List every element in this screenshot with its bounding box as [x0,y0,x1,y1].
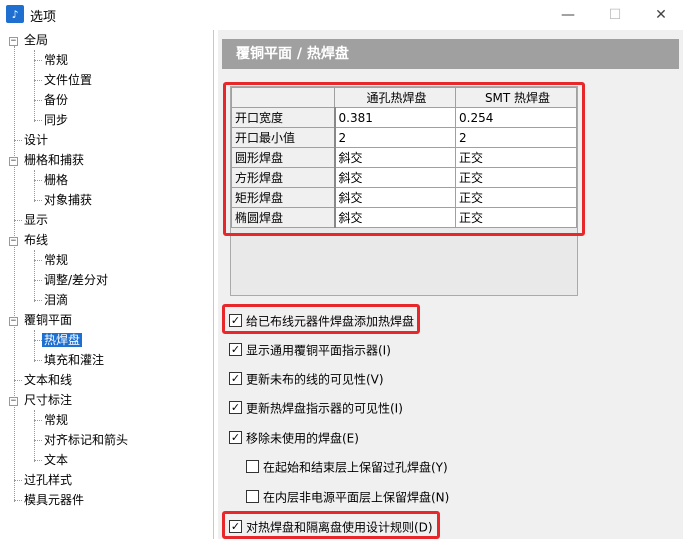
checkbox[interactable] [246,460,259,473]
tree-item-design[interactable]: 设计 [24,130,48,150]
selected-highlight: 热焊盘 [42,333,83,347]
tree-connector [34,250,35,302]
checkbox-label: 显示通用覆铜平面指示器(I) [246,343,391,358]
highlight-box-design-rules [222,511,440,539]
checkbox-label: 在内层非电源平面层上保留焊盘(N) [263,490,450,505]
tree-item-display[interactable]: 显示 [24,210,48,230]
collapse-toggle[interactable]: − [9,157,18,166]
checkbox[interactable] [246,490,259,503]
page-title: 覆铜平面 / 热焊盘 [222,39,679,69]
maximize-button[interactable]: ☐ [592,0,638,30]
keep-pads-inner-layers-option[interactable]: 在内层非电源平面层上保留焊盘(N) [246,488,449,506]
tree-item-die-component[interactable]: 模具元器件 [24,490,84,510]
checkbox[interactable]: ✓ [229,343,242,356]
tree-connector [34,440,42,441]
highlight-box-grid [223,82,585,236]
tree-connector [34,180,42,181]
tree-item-routing-general[interactable]: 常规 [44,250,68,270]
tree-item-dimensioning[interactable]: 尺寸标注 [24,390,72,410]
tree-connector [34,460,42,461]
checkbox[interactable]: ✓ [229,431,242,444]
tree-item-thermal-pad[interactable]: 热焊盘 [42,330,83,350]
tree-item-routing[interactable]: 布线 [24,230,48,250]
tree-connector [14,500,22,501]
tree-connector [14,220,22,221]
app-icon: ♪ [6,5,24,23]
highlight-box-add-thermal [222,304,420,334]
checkbox-label: 在起始和结束层上保留过孔焊盘(Y) [263,460,448,475]
window-title: 选项 [30,10,57,25]
tree-connector [34,330,35,362]
checkbox-label: 更新热焊盘指示器的可见性(I) [246,401,403,416]
tree-item-global[interactable]: 全局 [24,30,48,50]
tree-connector [34,420,42,421]
collapse-toggle[interactable]: − [9,397,18,406]
checkbox[interactable]: ✓ [229,372,242,385]
tree-connector [14,140,22,141]
tree-connector [34,260,42,261]
collapse-toggle[interactable]: − [9,37,18,46]
tree-item-tuning-diffpair[interactable]: 调整/差分对 [44,270,108,290]
tree-item-via-style[interactable]: 过孔样式 [24,470,72,490]
tree-connector [14,480,22,481]
keep-via-pads-start-end-option[interactable]: 在起始和结束层上保留过孔焊盘(Y) [246,458,448,476]
tree-item-backup[interactable]: 备份 [44,90,68,110]
tree-item-align-arrows[interactable]: 对齐标记和箭头 [44,430,128,450]
options-tree[interactable]: − 全局 常规 文件位置 备份 同步 设计 − 栅格和捕获 栅格 对象捕获 显示… [0,30,214,539]
tree-item-general[interactable]: 常规 [44,50,68,70]
tree-connector [34,60,42,61]
tree-item-grid[interactable]: 栅格 [44,170,68,190]
tree-item-fill-pour[interactable]: 填充和灌注 [44,350,104,370]
tree-item-file-location[interactable]: 文件位置 [44,70,92,90]
tree-connector [14,46,15,502]
tree-item-grid-snap[interactable]: 栅格和捕获 [24,150,84,170]
minimize-button[interactable]: — [545,0,591,30]
close-button[interactable]: ✕ [638,0,683,30]
tree-connector [34,340,42,341]
tree-item-copper-plane[interactable]: 覆铜平面 [24,310,72,330]
checkbox-label: 更新未布的线的可见性(V) [246,372,384,387]
tree-item-text-lines[interactable]: 文本和线 [24,370,72,390]
collapse-toggle[interactable]: − [9,317,18,326]
tree-connector [14,380,22,381]
update-unrouted-visibility-option[interactable]: ✓ 更新未布的线的可见性(V) [229,370,384,388]
tree-item-teardrop[interactable]: 泪滴 [44,290,68,310]
tree-item-object-snap[interactable]: 对象捕获 [44,190,92,210]
title-bar: ♪ 选项 — ☐ ✕ [0,0,683,30]
tree-item-sync[interactable]: 同步 [44,110,68,130]
tree-connector [34,100,42,101]
tree-connector [34,80,42,81]
remove-unused-pads-option[interactable]: ✓ 移除未使用的焊盘(E) [229,429,359,447]
tree-item-dim-text[interactable]: 文本 [44,450,68,470]
settings-panel: 覆铜平面 / 热焊盘 通孔热焊盘 SMT 热焊盘 开口宽度 0.381 0.25… [218,30,683,539]
tree-connector [34,300,42,301]
checkbox-label: 移除未使用的焊盘(E) [246,431,359,446]
tree-connector [34,170,35,202]
checkbox[interactable]: ✓ [229,401,242,414]
show-plane-indicator-option[interactable]: ✓ 显示通用覆铜平面指示器(I) [229,341,391,359]
tree-connector [34,120,42,121]
tree-connector [34,410,35,462]
tree-item-dim-general[interactable]: 常规 [44,410,68,430]
update-thermal-indicator-option[interactable]: ✓ 更新热焊盘指示器的可见性(I) [229,399,403,417]
tree-connector [34,200,42,201]
tree-connector [34,280,42,281]
collapse-toggle[interactable]: − [9,237,18,246]
tree-connector [34,360,42,361]
